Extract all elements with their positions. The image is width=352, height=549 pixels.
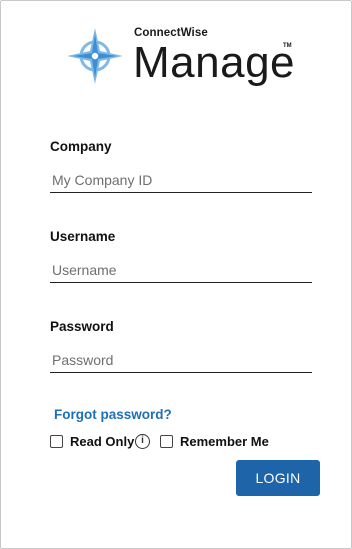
username-input[interactable]: [50, 257, 312, 283]
trademark-mark: TM: [283, 43, 292, 49]
password-input[interactable]: [50, 347, 312, 373]
read-only-checkbox[interactable]: [50, 435, 63, 448]
brand-product-name: Manage: [133, 38, 296, 87]
forgot-password-link[interactable]: Forgot password?: [54, 407, 172, 422]
login-panel: ConnectWise Manage TM Company Username P…: [0, 0, 352, 549]
username-label: Username: [50, 229, 116, 244]
remember-me-label: Remember Me: [180, 434, 269, 449]
read-only-label: Read Only: [70, 434, 135, 449]
info-icon[interactable]: i: [135, 434, 150, 449]
company-input[interactable]: [50, 167, 312, 193]
compass-star-icon: [67, 28, 123, 84]
login-button[interactable]: LOGIN: [236, 460, 320, 496]
company-label: Company: [50, 139, 112, 154]
remember-me-checkbox[interactable]: [160, 435, 173, 448]
connectwise-logo: ConnectWise Manage TM: [67, 27, 297, 90]
password-label: Password: [50, 319, 114, 334]
